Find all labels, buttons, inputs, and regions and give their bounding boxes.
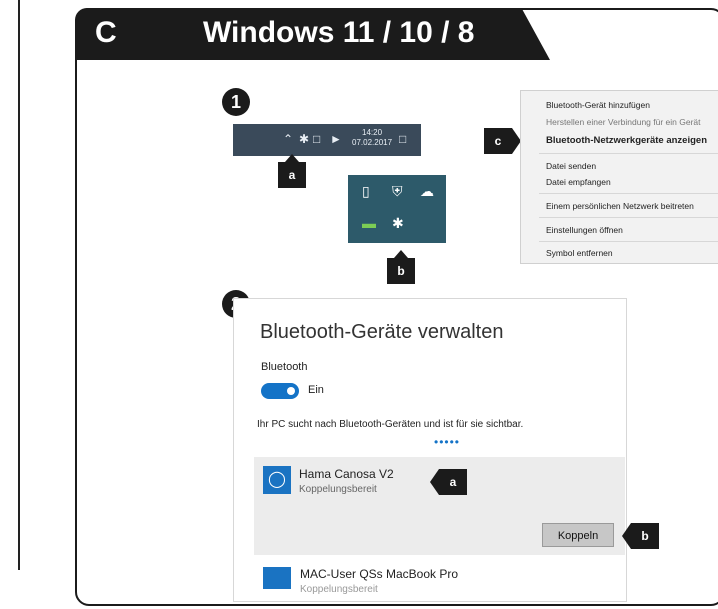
pair-button[interactable]: Koppeln <box>542 523 614 547</box>
clock-date: 07.02.2017 <box>352 138 393 147</box>
menu-remove-icon[interactable]: Symbol entfernen <box>546 248 613 258</box>
chevron-up-icon[interactable]: ⌃ <box>283 132 293 146</box>
menu-connect-device[interactable]: Herstellen einer Verbindung für ein Gerä… <box>546 117 701 127</box>
menu-separator <box>539 241 718 242</box>
shield-icon[interactable]: ⛨ <box>392 183 403 200</box>
section-title: Windows 11 / 10 / 8 <box>203 16 475 49</box>
menu-join-network[interactable]: Einem persönlichen Netzwerk beitreten <box>546 201 694 211</box>
device-status: Koppelungsbereit <box>299 484 377 495</box>
device-name: Hama Canosa V2 <box>299 467 394 481</box>
panel-title: Bluetooth-Geräte verwalten <box>260 321 504 343</box>
menu-add-device[interactable]: Bluetooth-Gerät hinzufügen <box>546 100 650 110</box>
menu-send-file[interactable]: Datei senden <box>546 161 596 171</box>
left-margin-line <box>18 0 20 570</box>
callout-c-step1: c <box>484 128 521 154</box>
discovery-description: Ihr PC sucht nach Bluetooth-Geräten und … <box>257 419 524 430</box>
step-1-number: 1 <box>222 88 250 116</box>
toggle-state-label: Ein <box>308 384 324 396</box>
toggle-knob <box>287 387 295 395</box>
bluetooth-label: Bluetooth <box>261 361 308 373</box>
windows-taskbar: ⌃ ✱ □ ► 14:20 07.02.2017 □ <box>233 124 421 156</box>
device-name[interactable]: MAC-User QSs MacBook Pro <box>300 567 458 581</box>
bluetooth-icon[interactable]: ✱ <box>392 215 404 232</box>
computer-icon <box>263 567 291 589</box>
menu-separator <box>539 217 718 218</box>
section-letter: C <box>95 16 117 49</box>
bluetooth-context-menu: Bluetooth-Gerät hinzufügen Herstellen ei… <box>520 90 718 264</box>
callout-a-step1: a <box>278 154 306 188</box>
speaker-icon[interactable]: ► <box>330 132 342 146</box>
section-header: C Windows 11 / 10 / 8 <box>75 8 550 60</box>
network-icon[interactable]: □ <box>313 132 320 146</box>
callout-a-step2: a <box>430 469 467 495</box>
callout-b-step2: b <box>622 523 659 549</box>
bluetooth-settings-panel: Bluetooth-Geräte verwalten Bluetooth Ein… <box>233 298 627 602</box>
menu-receive-file[interactable]: Datei empfangen <box>546 177 611 187</box>
callout-b-step1: b <box>387 250 415 284</box>
menu-separator <box>539 153 718 154</box>
battery-icon[interactable]: ▬ <box>362 215 376 231</box>
mouse-icon: ◯ <box>263 466 291 494</box>
device-status: Koppelungsbereit <box>300 584 378 595</box>
taskbar-clock[interactable]: 14:20 07.02.2017 <box>352 128 392 148</box>
cloud-icon[interactable]: ☁ <box>420 183 434 200</box>
menu-separator <box>539 193 718 194</box>
bluetooth-toggle[interactable] <box>261 383 299 399</box>
usb-icon[interactable]: ▯ <box>362 183 370 200</box>
bluetooth-icon[interactable]: ✱ <box>299 132 309 146</box>
menu-open-settings[interactable]: Einstellungen öffnen <box>546 225 623 235</box>
notification-icon[interactable]: □ <box>399 132 406 146</box>
clock-time: 14:20 <box>362 128 383 137</box>
menu-show-network-devices[interactable]: Bluetooth-Netzwerkgeräte anzeigen <box>546 135 707 146</box>
tray-overflow-panel: ▯ ⛨ ☁ ▬ ✱ <box>348 175 446 243</box>
searching-progress-dots: ••••• <box>434 435 461 449</box>
